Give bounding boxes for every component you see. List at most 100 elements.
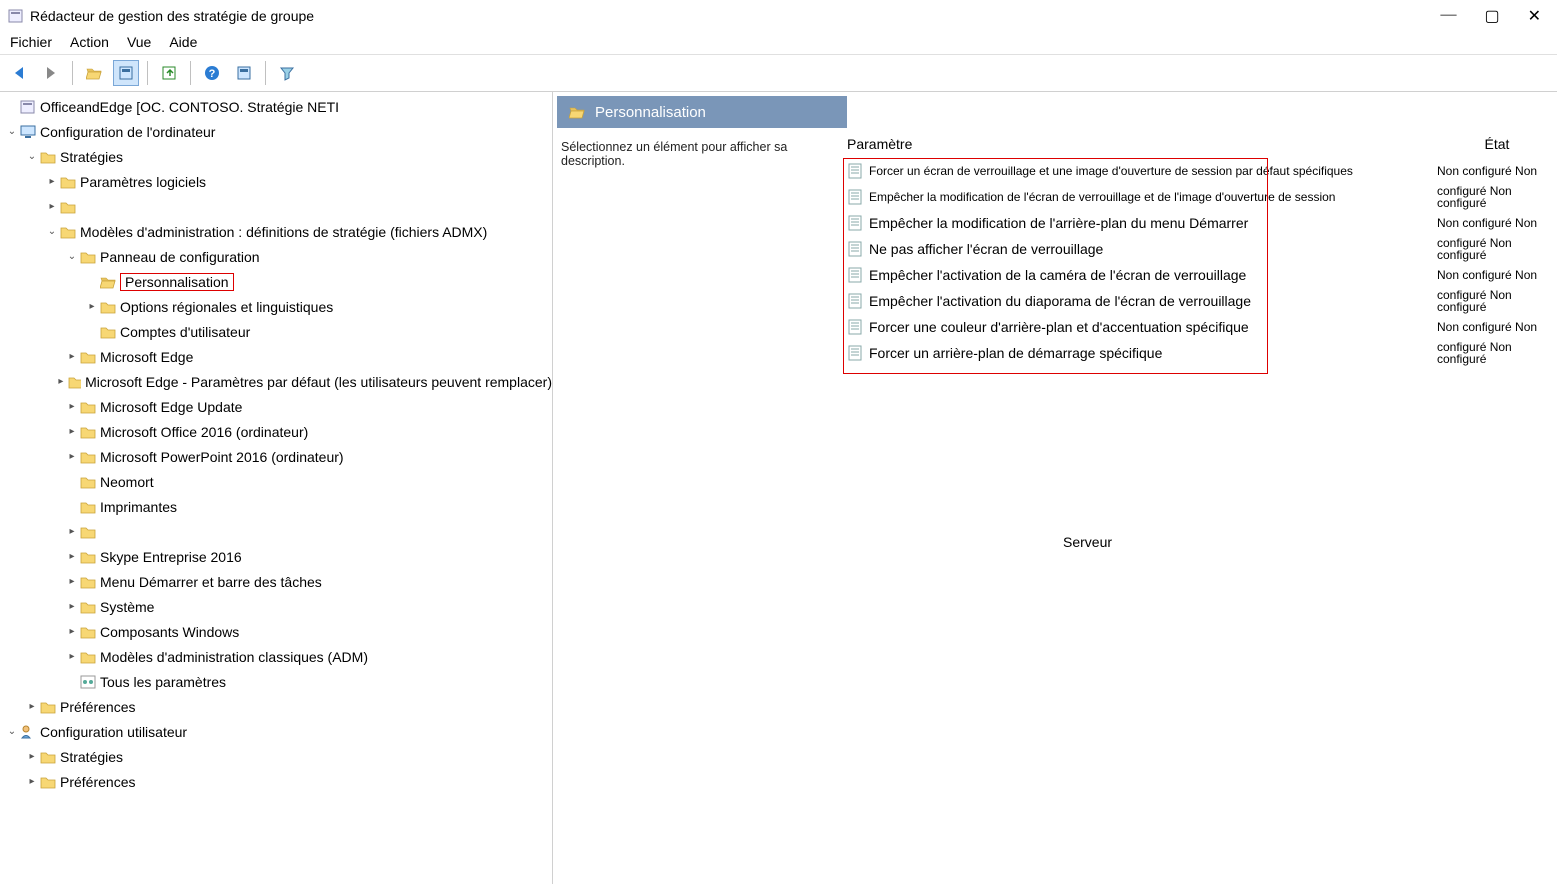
expander-icon[interactable]: ▸ (84, 301, 100, 312)
tree-software-settings[interactable]: ▸ Paramètres logiciels (0, 169, 552, 194)
settings-list[interactable]: Paramètre État Forcer un écran de verrou… (843, 134, 1557, 366)
expander-icon[interactable]: ▸ (24, 776, 40, 787)
help-button[interactable] (199, 60, 225, 86)
export-button[interactable] (156, 60, 182, 86)
tree-label: Configuration de l'ordinateur (40, 124, 215, 140)
expander-icon[interactable]: ▸ (24, 701, 40, 712)
tree-edge[interactable]: ▸ Microsoft Edge (0, 344, 552, 369)
show-hide-tree-button[interactable] (113, 60, 139, 86)
folder-icon (60, 174, 76, 190)
description-column: Sélectionnez un élément pour afficher sa… (553, 134, 843, 366)
expander-icon[interactable]: ▸ (64, 426, 80, 437)
properties-button[interactable] (231, 60, 257, 86)
setting-icon (847, 215, 863, 231)
expander-icon[interactable]: ▸ (64, 651, 80, 662)
expander-icon[interactable]: ▸ (64, 601, 80, 612)
tree-printers[interactable]: ▸ Imprimantes (0, 494, 552, 519)
tree-user-config[interactable]: ⌄ Configuration utilisateur (0, 719, 552, 744)
folder-open-icon (569, 104, 585, 120)
back-button[interactable] (6, 60, 32, 86)
setting-icon (847, 293, 863, 309)
setting-row[interactable]: Empêcher l'activation de la caméra de l'… (843, 262, 1557, 288)
tree-label: Menu Démarrer et barre des tâches (100, 574, 322, 590)
tree-edge-update[interactable]: ▸ Microsoft Edge Update (0, 394, 552, 419)
up-button[interactable] (81, 60, 107, 86)
menu-help[interactable]: Aide (169, 34, 197, 50)
tree-win-components[interactable]: ▸ Composants Windows (0, 619, 552, 644)
expander-icon[interactable]: ▸ (64, 526, 80, 537)
expander-icon[interactable]: ▸ (54, 376, 68, 387)
expander-icon[interactable]: ▸ (44, 176, 60, 187)
expander-icon[interactable]: ▸ (64, 626, 80, 637)
minimize-button[interactable]: — (1440, 6, 1456, 26)
tree-strategies[interactable]: ⌄ Stratégies (0, 144, 552, 169)
folder-icon (40, 774, 56, 790)
setting-param: Empêcher l'activation du diaporama de l'… (843, 293, 1437, 309)
maximize-button[interactable]: ▢ (1484, 6, 1499, 26)
tree-system[interactable]: ▸ Système (0, 594, 552, 619)
setting-row[interactable]: Forcer un écran de verrouillage et une i… (843, 158, 1557, 184)
tree-start-taskbar[interactable]: ▸ Menu Démarrer et barre des tâches (0, 569, 552, 594)
col-header-state[interactable]: État (1437, 136, 1557, 152)
tree-label: Options régionales et linguistiques (120, 299, 333, 315)
tree-preferences[interactable]: ▸ Préférences (0, 694, 552, 719)
tree-pane[interactable]: ▸ OfficeandEdge [OC. CONTOSO. Stratégie … (0, 92, 553, 884)
setting-param: Empêcher la modification de l'arrière-pl… (843, 215, 1437, 231)
tree-blank1[interactable]: ▸ (0, 194, 552, 219)
tree-edge-defaults[interactable]: ▸ Microsoft Edge - Paramètres par défaut… (0, 369, 552, 394)
folder-icon (80, 424, 96, 440)
close-button[interactable]: ✕ (1528, 6, 1541, 26)
filter-button[interactable] (274, 60, 300, 86)
tree-label: Microsoft Edge (100, 349, 193, 365)
tree-root[interactable]: ▸ OfficeandEdge [OC. CONTOSO. Stratégie … (0, 94, 552, 119)
tree-label: Imprimantes (100, 499, 177, 515)
expander-icon[interactable]: ▸ (64, 451, 80, 462)
expander-icon[interactable]: ▸ (64, 576, 80, 587)
expander-icon[interactable]: ▸ (64, 551, 80, 562)
expander-icon[interactable]: ▸ (44, 201, 60, 212)
expander-icon[interactable]: ⌄ (4, 126, 20, 137)
expander-icon[interactable]: ⌄ (64, 251, 80, 262)
menu-view[interactable]: Vue (127, 34, 151, 50)
tree-blank2[interactable]: ▸ (0, 519, 552, 544)
tree-ppt2016[interactable]: ▸ Microsoft PowerPoint 2016 (ordinateur) (0, 444, 552, 469)
setting-row[interactable]: Ne pas afficher l'écran de verrouillagec… (843, 236, 1557, 262)
setting-row[interactable]: Forcer un arrière-plan de démarrage spéc… (843, 340, 1557, 366)
expander-icon[interactable]: ⌄ (24, 151, 40, 162)
tree-neomort[interactable]: ▸ Neomort (0, 469, 552, 494)
folder-icon (60, 199, 76, 215)
tree-user-accounts[interactable]: ▸ Comptes d'utilisateur (0, 319, 552, 344)
col-header-param[interactable]: Paramètre (843, 136, 1437, 152)
tree-admin-templates[interactable]: ⌄ Modèles d'administration : définitions… (0, 219, 552, 244)
menu-file[interactable]: Fichier (10, 34, 52, 50)
setting-state: configuré Non configuré (1437, 185, 1557, 209)
setting-row[interactable]: Forcer une couleur d'arrière-plan et d'a… (843, 314, 1557, 340)
setting-icon (847, 345, 863, 361)
folder-icon (80, 474, 96, 490)
tree-control-panel[interactable]: ⌄ Panneau de configuration (0, 244, 552, 269)
tree-classic-adm[interactable]: ▸ Modèles d'administration classiques (A… (0, 644, 552, 669)
forward-button[interactable] (38, 60, 64, 86)
tree-skype[interactable]: ▸ Skype Entreprise 2016 (0, 544, 552, 569)
titlebar: Rédacteur de gestion des stratégie de gr… (0, 0, 1557, 32)
expander-icon[interactable]: ⌄ (4, 726, 20, 737)
expander-icon[interactable]: ▸ (64, 351, 80, 362)
expander-icon[interactable]: ▸ (64, 401, 80, 412)
expander-icon[interactable]: ⌄ (44, 226, 60, 237)
tree-computer-config[interactable]: ⌄ Configuration de l'ordinateur (0, 119, 552, 144)
tree-office2016[interactable]: ▸ Microsoft Office 2016 (ordinateur) (0, 419, 552, 444)
tree-label: Paramètres logiciels (80, 174, 206, 190)
setting-row[interactable]: Empêcher l'activation du diaporama de l'… (843, 288, 1557, 314)
expander-icon[interactable]: ▸ (24, 751, 40, 762)
menu-action[interactable]: Action (70, 34, 109, 50)
tree-u-strategies[interactable]: ▸ Stratégies (0, 744, 552, 769)
setting-row[interactable]: Empêcher la modification de l'arrière-pl… (843, 210, 1557, 236)
setting-state: Non configuré Non (1437, 269, 1557, 281)
tree-u-preferences[interactable]: ▸ Préférences (0, 769, 552, 794)
app-icon (8, 8, 24, 24)
setting-row[interactable]: Empêcher la modification de l'écran de v… (843, 184, 1557, 210)
folder-icon (80, 449, 96, 465)
tree-personalization[interactable]: ▸ Personnalisation (0, 269, 552, 294)
tree-all-settings[interactable]: ▸ Tous les paramètres (0, 669, 552, 694)
tree-regional[interactable]: ▸ Options régionales et linguistiques (0, 294, 552, 319)
